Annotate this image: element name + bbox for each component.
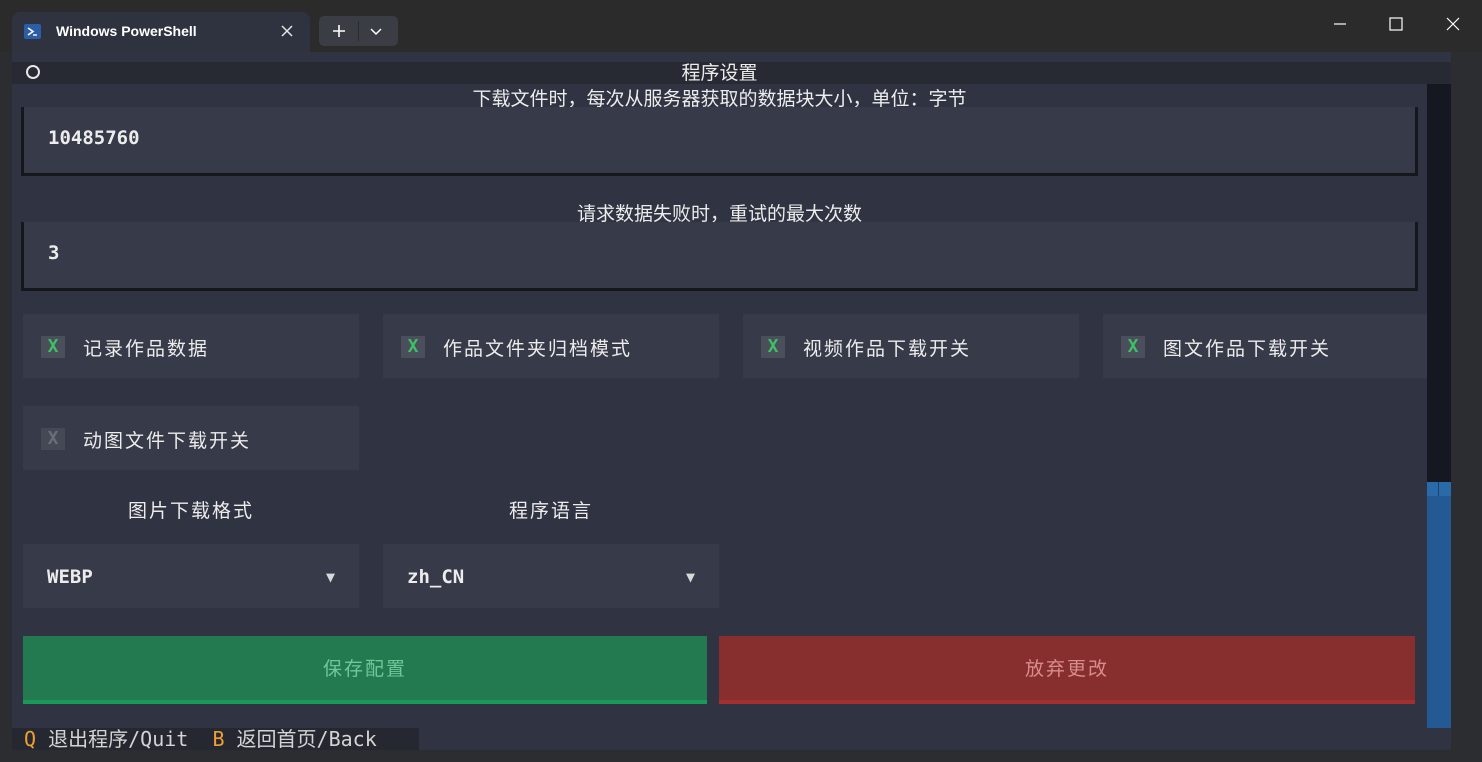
back-key[interactable]: B (212, 727, 224, 751)
retry-input[interactable]: 3 (21, 222, 1418, 291)
checkbox-label: 视频作品下载开关 (803, 338, 972, 360)
tab-actions (319, 16, 398, 46)
checkbox-mark: X (41, 428, 65, 450)
chevron-down-icon[interactable] (366, 22, 386, 40)
back-hint[interactable]: 返回首页/Back (237, 727, 377, 751)
footer-keybar: Q 退出程序/Quit B 返回首页/Back (12, 728, 419, 750)
checkbox-label: 作品文件夹归档模式 (443, 338, 633, 360)
discard-button[interactable]: 放弃更改 (719, 636, 1415, 704)
dropdown-arrow-icon: ▼ (325, 568, 335, 586)
app-header: 程序设置 (12, 62, 1451, 84)
scrollbar-thumb[interactable] (1427, 482, 1451, 728)
scrollbar-thumb-divider (1438, 482, 1439, 496)
close-window-icon[interactable] (1443, 14, 1463, 34)
image-format-select[interactable]: WEBP ▼ (23, 544, 359, 608)
checkbox-image-download[interactable]: X 图文作品下载开关 (1103, 314, 1427, 378)
save-button[interactable]: 保存配置 (23, 636, 707, 704)
checkbox-label: 动图文件下载开关 (83, 430, 252, 452)
language-select[interactable]: zh_CN ▼ (383, 544, 719, 608)
quit-key[interactable]: Q (24, 727, 36, 751)
checkbox-mark: X (41, 336, 65, 358)
window-titlebar: Windows PowerShell (0, 0, 1482, 52)
checkbox-video-download[interactable]: X 视频作品下载开关 (743, 314, 1079, 378)
dropdown-arrow-icon: ▼ (685, 568, 695, 586)
checkbox-label: 记录作品数据 (83, 338, 210, 360)
language-label: 程序语言 (508, 500, 593, 522)
new-tab-icon[interactable] (329, 22, 349, 40)
minimize-icon[interactable] (1330, 14, 1350, 34)
powershell-icon (24, 24, 41, 39)
tab-powershell[interactable]: Windows PowerShell (12, 12, 310, 52)
retry-value: 3 (48, 242, 60, 264)
checkbox-mark: X (1121, 336, 1145, 358)
maximize-icon[interactable] (1386, 14, 1406, 34)
page-title: 程序设置 (681, 62, 758, 84)
terminal-area: 程序设置 下载文件时，每次从服务器获取的数据块大小，单位：字节 10485760… (12, 52, 1451, 750)
checkbox-folder-archive[interactable]: X 作品文件夹归档模式 (383, 314, 719, 378)
tab-title: Windows PowerShell (56, 23, 197, 39)
tab-actions-divider (358, 21, 359, 41)
image-format-value: WEBP (47, 566, 93, 588)
checkbox-gif-download[interactable]: X 动图文件下载开关 (23, 406, 359, 470)
chunk-size-input[interactable]: 10485760 (21, 107, 1418, 176)
checkbox-record-data[interactable]: X 记录作品数据 (23, 314, 359, 378)
language-value: zh_CN (407, 566, 465, 588)
scrollbar-thumb-cap (1427, 482, 1451, 496)
chunk-size-value: 10485760 (48, 127, 140, 149)
close-tab-icon[interactable] (278, 22, 296, 40)
quit-hint[interactable]: 退出程序/Quit (48, 727, 188, 751)
image-format-label: 图片下载格式 (127, 500, 254, 522)
checkbox-mark: X (401, 336, 425, 358)
checkbox-mark: X (761, 336, 785, 358)
checkbox-label: 图文作品下载开关 (1163, 338, 1332, 360)
